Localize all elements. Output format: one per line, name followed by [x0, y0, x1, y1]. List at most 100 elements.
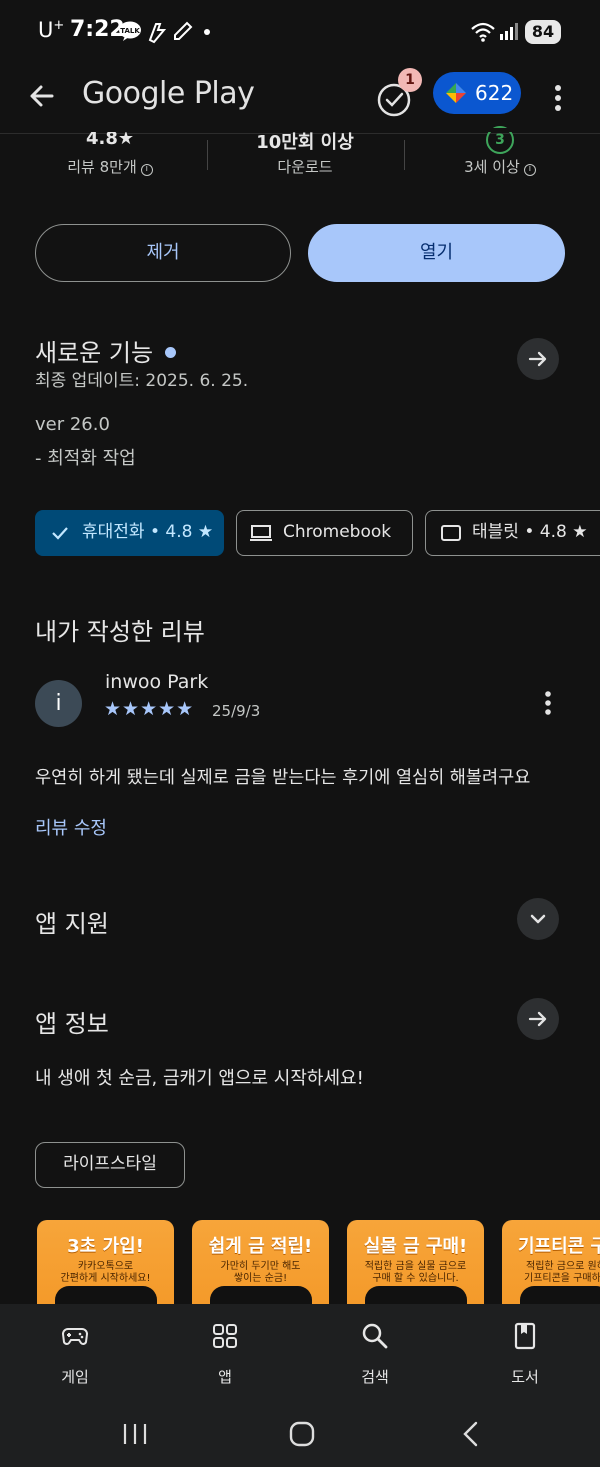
screenshot-headline: 3초 가입!	[67, 1236, 144, 1257]
wifi-icon	[471, 22, 495, 42]
more-notifications-dot-icon	[204, 29, 210, 35]
screenshot-subtext: 구매 할 수 있습니다.	[372, 1273, 459, 1284]
app-support-expand-button[interactable]	[517, 898, 559, 940]
age-rating-stat[interactable]: 3 3세 이상 i	[440, 126, 560, 177]
carrier-label: U+	[38, 18, 65, 42]
system-navigation-bar	[0, 1400, 600, 1467]
age-rating-label: 3세 이상 i	[440, 156, 560, 177]
nav-label: 도서	[511, 1368, 539, 1386]
screenshot-headline: 기프티콘 구	[518, 1236, 600, 1257]
back-icon[interactable]	[460, 1421, 482, 1447]
release-notes: - 최적화 작업	[35, 448, 136, 469]
category-tag-chip[interactable]: 라이프스타일	[35, 1142, 185, 1188]
screenshot-card[interactable]: 실물 금 구매! 적립한 금을 실물 금으로 구매 할 수 있습니다.	[347, 1220, 484, 1305]
nav-label: 앱	[218, 1368, 232, 1386]
signal-icon	[500, 23, 518, 40]
app-bar: Google Play 1 622	[0, 62, 600, 134]
search-icon	[362, 1323, 388, 1349]
screenshot-card[interactable]: 기프티콘 구 적립한 금으로 원하 기프티콘을 구매하	[502, 1220, 600, 1305]
screenshot-subtext: 간편하게 시작하세요!	[60, 1273, 151, 1284]
bottom-navigation: 게임 앱 검색 도서	[0, 1304, 600, 1400]
device-chip-phone[interactable]: 휴대전화 • 4.8 ★	[35, 510, 224, 556]
svg-text:TALK: TALK	[120, 27, 140, 35]
rating-stat[interactable]: 4.8★ 리뷰 8만개 i	[60, 128, 160, 177]
phone-mockup	[55, 1286, 157, 1305]
app-bar-shadow	[0, 128, 600, 132]
nav-label: 검색	[361, 1368, 389, 1386]
screenshot-subtext: 가만히 두기만 해도	[220, 1261, 301, 1272]
downloads-label: 다운로드	[277, 158, 333, 176]
nav-search[interactable]: 검색	[300, 1304, 450, 1400]
arrow-right-icon	[528, 351, 547, 367]
nav-games[interactable]: 게임	[0, 1304, 150, 1400]
screenshot-headline: 실물 금 구매!	[363, 1236, 468, 1257]
screenshot-subtext: 쌓이는 순금!	[233, 1273, 288, 1284]
tablet-icon	[441, 525, 461, 541]
my-review-title: 내가 작성한 리뷰	[35, 618, 205, 646]
laptop-icon	[250, 525, 272, 541]
review-text: 우연히 하게 됐는데 실제로 금을 받는다는 후기에 열심히 해볼려구요	[35, 768, 531, 788]
battery-indicator: 84	[525, 20, 561, 44]
uninstall-button[interactable]: 제거	[35, 224, 291, 282]
open-button[interactable]: 열기	[308, 224, 565, 282]
apps-grid-icon	[213, 1324, 237, 1348]
device-chip-chromebook[interactable]: Chromebook	[236, 510, 413, 556]
info-icon: i	[523, 164, 536, 176]
screenshot-card[interactable]: 쉽게 금 적립! 가만히 두기만 해도 쌓이는 순금!	[192, 1220, 329, 1305]
edit-notification-icon	[174, 21, 193, 40]
app-description: 내 생애 첫 순금, 금캐기 앱으로 시작하세요!	[35, 1068, 364, 1089]
status-bar: U+ 7:22 TALK 84	[0, 0, 600, 62]
downloads-stat: 10만회 이상 다운로드	[240, 128, 370, 177]
version-text: ver 26.0	[35, 414, 110, 435]
nav-label: 게임	[61, 1368, 89, 1386]
tasks-badge: 1	[398, 68, 422, 92]
info-icon: i	[140, 164, 153, 176]
review-stars: ★★★★★	[104, 698, 195, 720]
device-chip-tablet[interactable]: 태블릿 • 4.8 ★	[425, 510, 600, 556]
play-points-button[interactable]: 622	[433, 72, 521, 114]
app-notification-icon	[148, 23, 167, 44]
nav-books[interactable]: 도서	[450, 1304, 600, 1400]
whats-new-arrow-button[interactable]	[517, 338, 559, 380]
new-indicator-dot	[165, 347, 177, 358]
home-icon[interactable]	[288, 1421, 316, 1447]
book-icon	[514, 1322, 536, 1350]
stat-divider	[404, 140, 405, 170]
device-chip-label: Chromebook	[283, 522, 392, 542]
screenshot-subtext: 카카오톡으로	[77, 1261, 134, 1272]
reviewer-name: inwoo Park	[105, 671, 209, 693]
check-icon	[52, 527, 68, 540]
avatar: i	[35, 680, 82, 727]
more-vert-icon[interactable]	[546, 78, 570, 118]
screenshot-subtext: 적립한 금을 실물 금으로	[364, 1261, 467, 1272]
whats-new-title[interactable]: 새로운 기능	[35, 333, 177, 368]
nav-apps[interactable]: 앱	[150, 1304, 300, 1400]
recent-apps-icon[interactable]	[122, 1422, 148, 1446]
app-info-title[interactable]: 앱 정보	[35, 1004, 109, 1039]
app-info-arrow-button[interactable]	[517, 998, 559, 1040]
edit-review-link[interactable]: 리뷰 수정	[35, 814, 107, 840]
phone-mockup	[365, 1286, 467, 1305]
review-date: 25/9/3	[212, 702, 261, 720]
screenshot-headline: 쉽게 금 적립!	[208, 1236, 313, 1257]
screenshot-subtext: 적립한 금으로 원하	[526, 1261, 600, 1272]
last-updated: 최종 업데이트: 2025. 6. 25.	[35, 371, 249, 391]
play-points-diamond-icon	[446, 83, 466, 103]
screenshot-card[interactable]: 3초 가입! 카카오톡으로 간편하게 시작하세요!	[37, 1220, 174, 1305]
stat-divider	[207, 140, 208, 170]
phone-mockup	[210, 1286, 312, 1305]
play-points-value: 622	[475, 81, 514, 105]
back-arrow-icon[interactable]	[22, 76, 62, 116]
device-chip-label: 태블릿 • 4.8 ★	[472, 522, 588, 542]
reviews-count: 리뷰 8만개 i	[60, 156, 160, 177]
phone-mockup	[520, 1286, 600, 1305]
status-time: 7:22	[70, 17, 125, 42]
kakaotalk-notification-icon: TALK	[119, 21, 141, 41]
google-play-title: Google Play	[82, 76, 255, 111]
review-more-vert-icon[interactable]	[538, 688, 558, 718]
gamepad-icon	[61, 1328, 89, 1345]
app-support-title[interactable]: 앱 지원	[35, 904, 109, 939]
device-chip-label: 휴대전화 • 4.8 ★	[82, 522, 214, 542]
chevron-down-icon	[530, 914, 546, 924]
arrow-right-icon	[528, 1011, 547, 1027]
